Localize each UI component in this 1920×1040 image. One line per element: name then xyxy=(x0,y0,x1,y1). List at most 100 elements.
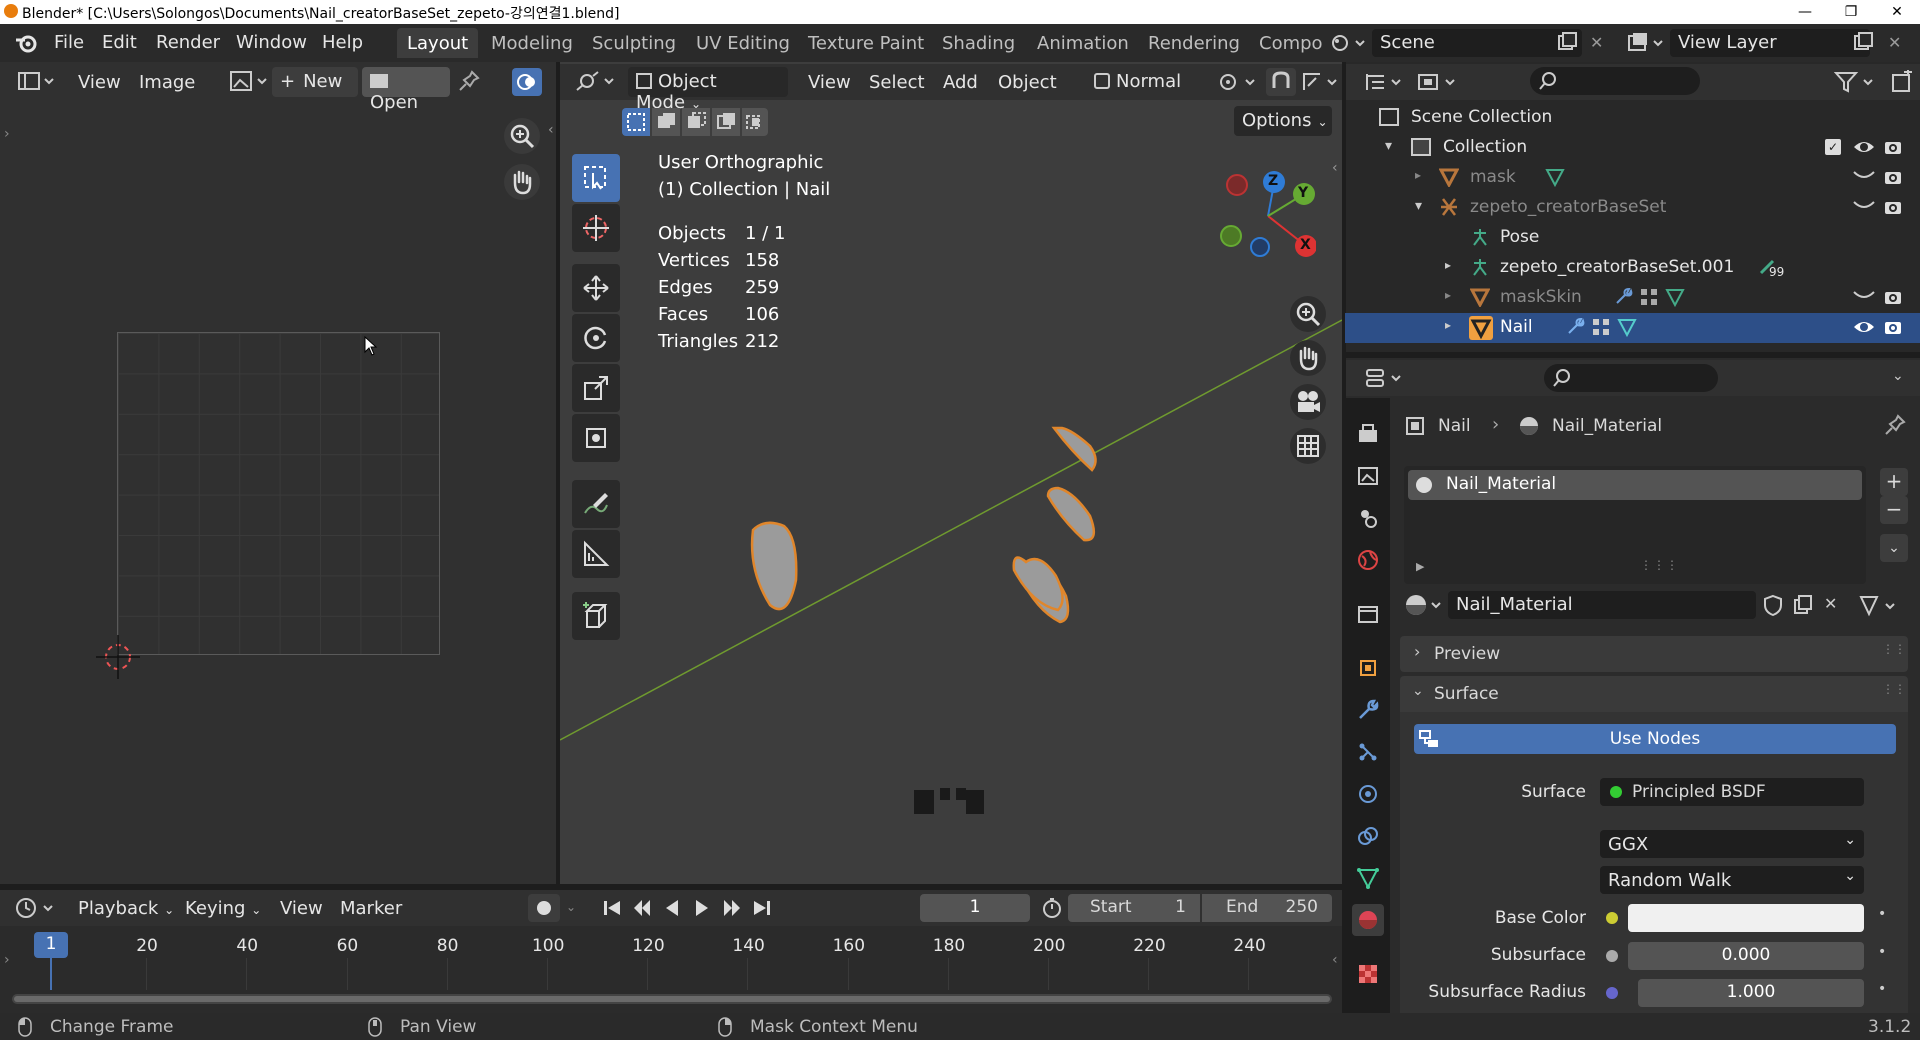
base-color-swatch[interactable] xyxy=(1628,904,1864,932)
eye-closed-icon[interactable] xyxy=(1853,169,1875,183)
play-reverse-icon[interactable] xyxy=(660,896,684,920)
unlink-material-icon[interactable]: ✕ xyxy=(1824,594,1837,613)
viewport-add-menu[interactable]: Add xyxy=(943,72,978,93)
camera-render-icon[interactable] xyxy=(1883,287,1903,307)
camera-render-icon[interactable] xyxy=(1883,167,1903,187)
outliner-row-mask-skin[interactable]: ▸ maskSkin xyxy=(1345,283,1920,313)
material-name-field[interactable]: Nail_Material xyxy=(1448,591,1756,619)
eye-icon[interactable] xyxy=(1853,137,1875,157)
menu-render[interactable]: Render xyxy=(156,32,220,53)
maximize-button[interactable]: ❐ xyxy=(1828,0,1874,24)
timeline-scrollbar[interactable] xyxy=(12,994,1332,1004)
playhead-line[interactable] xyxy=(50,958,52,990)
list-resize-handle-icon[interactable]: ⋮⋮⋮ xyxy=(1640,558,1679,572)
select-box-tool[interactable] xyxy=(572,154,620,202)
expand-arrow-icon[interactable]: ▸ xyxy=(1445,288,1451,302)
add-cube-tool[interactable] xyxy=(572,592,620,640)
timeline-editor-type-icon[interactable] xyxy=(14,896,58,920)
editor-type-icon[interactable] xyxy=(16,68,56,94)
delete-scene-icon[interactable]: ✕ xyxy=(1590,33,1603,52)
outliner-row-mask[interactable]: ▸ mask xyxy=(1345,163,1920,193)
subsurface-field[interactable]: 0.000 xyxy=(1628,942,1864,970)
close-window-button[interactable]: ✕ xyxy=(1874,0,1920,24)
transform-tool[interactable] xyxy=(572,414,620,462)
tab-compositing[interactable]: Compo xyxy=(1249,28,1333,58)
eye-closed-icon[interactable] xyxy=(1853,199,1875,213)
display-mode-icon[interactable] xyxy=(1416,70,1458,94)
jump-to-end-icon[interactable] xyxy=(750,896,774,920)
timeline-view-menu[interactable]: View xyxy=(280,898,323,919)
marker-menu[interactable]: Marker xyxy=(340,898,402,919)
move-tool[interactable] xyxy=(572,264,620,312)
expand-arrow-icon[interactable]: ▸ xyxy=(1445,258,1451,272)
new-collection-icon[interactable] xyxy=(1890,70,1914,94)
region-expand-icon[interactable]: › xyxy=(4,952,10,968)
outliner-row-pose[interactable]: Pose xyxy=(1345,223,1920,253)
jump-to-start-icon[interactable] xyxy=(600,896,624,920)
tab-texture-icon[interactable] xyxy=(1352,958,1384,990)
frame-end-field[interactable]: End 250 xyxy=(1202,894,1332,922)
toolbar-expand-icon[interactable]: › xyxy=(4,126,10,142)
blender-menu-icon[interactable] xyxy=(14,32,38,54)
panel-drag-handle-icon[interactable]: ⋮⋮ xyxy=(1882,682,1906,696)
chevron-down-icon[interactable]: ⌄ xyxy=(1892,368,1904,384)
chevron-down-icon[interactable]: ⌄ xyxy=(566,900,576,914)
material-browse-icon[interactable] xyxy=(1404,592,1444,618)
tab-layout[interactable]: Layout xyxy=(397,28,479,58)
keyframe-dot-icon[interactable]: • xyxy=(1878,906,1886,922)
cursor-tool[interactable] xyxy=(572,204,620,252)
play-icon[interactable] xyxy=(690,896,714,920)
viewport-pan-hand-icon[interactable] xyxy=(1290,340,1326,376)
viewport-object-menu[interactable]: Object xyxy=(998,72,1057,93)
scrollbar-thumb[interactable] xyxy=(14,996,1330,1002)
camera-render-icon[interactable] xyxy=(1883,317,1903,337)
tab-modeling[interactable]: Modeling xyxy=(481,28,583,58)
uv-grid[interactable] xyxy=(117,332,440,655)
outliner-search-input[interactable] xyxy=(1530,67,1700,95)
subsurface-radius-field[interactable]: 1.000 xyxy=(1638,979,1864,1007)
tab-physics-icon[interactable] xyxy=(1352,778,1384,810)
keying-menu[interactable]: Keying ⌄ xyxy=(185,898,261,919)
properties-search-input[interactable] xyxy=(1544,364,1718,392)
delete-view-layer-icon[interactable]: ✕ xyxy=(1888,33,1901,52)
region-collapse-icon[interactable]: ‹ xyxy=(1332,952,1338,968)
preview-panel-header[interactable]: › Preview ⋮⋮ xyxy=(1400,636,1908,672)
subsurface-method-dropdown[interactable]: Random Walk ⌄ xyxy=(1600,866,1864,894)
tab-world-icon[interactable] xyxy=(1352,544,1384,576)
sidebar-collapse-icon[interactable]: ‹ xyxy=(1332,160,1338,176)
tab-rendering[interactable]: Rendering xyxy=(1138,28,1250,58)
menu-file[interactable]: File xyxy=(54,32,84,53)
tab-animation[interactable]: Animation xyxy=(1027,28,1139,58)
material-slot-item[interactable]: Nail_Material xyxy=(1408,470,1862,500)
viewport-view-menu[interactable]: View xyxy=(808,72,851,93)
view-layer-selector-icon[interactable] xyxy=(1626,30,1666,56)
new-image-button[interactable]: + New xyxy=(272,67,358,97)
tab-output-icon[interactable] xyxy=(1352,460,1384,492)
new-view-layer-icon[interactable] xyxy=(1852,31,1874,53)
new-scene-icon[interactable] xyxy=(1556,31,1578,53)
viewport-zoom-icon[interactable] xyxy=(1290,296,1326,332)
tab-object-icon[interactable] xyxy=(1352,652,1384,684)
expand-arrow-icon[interactable]: ▾ xyxy=(1415,198,1422,214)
tab-material-icon[interactable] xyxy=(1352,904,1384,936)
open-image-button[interactable]: Open xyxy=(362,67,450,113)
playhead-frame-indicator[interactable]: 1 xyxy=(34,932,68,958)
snap-target-icon[interactable] xyxy=(1300,70,1340,94)
image-zoom-icon[interactable] xyxy=(504,118,540,154)
rotate-tool[interactable] xyxy=(572,314,620,362)
vector-socket-icon[interactable] xyxy=(1606,987,1618,999)
current-frame-field[interactable]: 1 xyxy=(920,894,1030,922)
value-socket-icon[interactable] xyxy=(1606,950,1618,962)
exclude-checkbox[interactable]: ✓ xyxy=(1825,139,1841,155)
pin-icon[interactable] xyxy=(458,70,480,94)
tab-texture-paint[interactable]: Texture Paint xyxy=(798,28,934,58)
measure-tool[interactable] xyxy=(572,530,620,578)
viewport-editor-type-icon[interactable] xyxy=(574,68,618,94)
menu-window[interactable]: Window xyxy=(236,32,307,53)
add-material-slot-button[interactable]: + xyxy=(1880,468,1908,496)
camera-render-icon[interactable] xyxy=(1883,197,1903,217)
view-layer-name-field[interactable]: View Layer xyxy=(1670,29,1870,57)
jump-to-keyframe-next-icon[interactable] xyxy=(720,896,744,920)
keyframe-dot-icon[interactable]: • xyxy=(1878,944,1886,960)
outliner-row-collection[interactable]: ▾ Collection ✓ xyxy=(1345,133,1920,163)
